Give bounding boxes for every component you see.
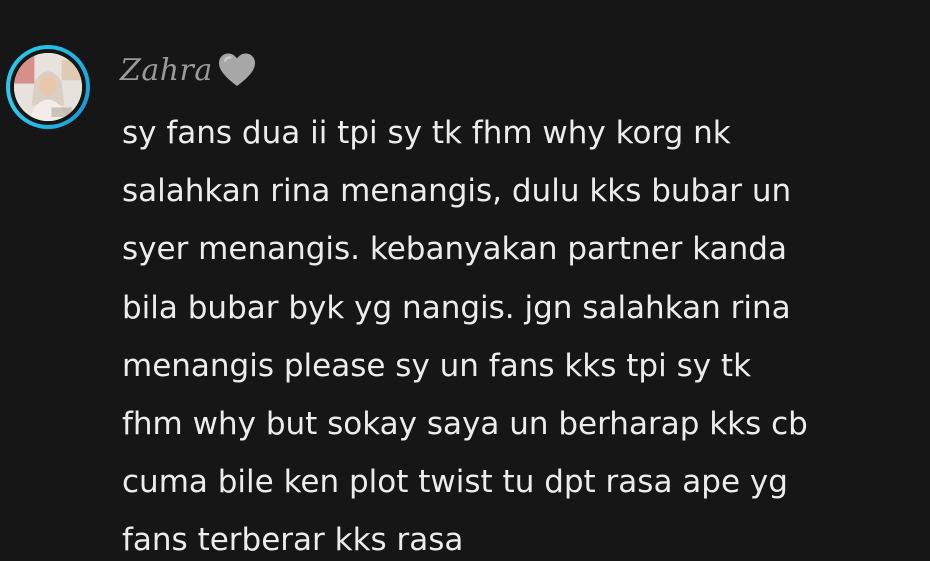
comment-item: Zahra sy fans dua ii tpi sy tk fhm why k… [0, 0, 930, 561]
username[interactable]: Zahra [120, 53, 213, 88]
avatar-image [14, 53, 82, 121]
avatar[interactable] [6, 45, 90, 129]
comment-line: syer menangis. kebanyakan partner kanda [122, 231, 787, 268]
comment-header: Zahra [120, 48, 257, 92]
comment-line: sy fans dua ii tpi sy tk fhm why korg nk [122, 115, 731, 151]
comment-line: bila bubar byk yg nangis. jgn salahkan r… [122, 289, 791, 326]
comment-body: sy fans dua ii tpi sy tk fhm why korg nk… [122, 104, 922, 561]
comment-line: cuma bile ken plot twist tu dpt rasa ape… [122, 464, 788, 501]
comment-line: fhm why but sokay saya un berharap kks c… [122, 406, 808, 443]
comment-line: fans terberar kks rasa [122, 522, 464, 559]
comment-line: menangis please sy un fans kks tpi sy tk [122, 347, 752, 384]
avatar-frame [10, 49, 86, 125]
avatar-picture [14, 53, 82, 121]
comment-line: salahkan rina menangis, dulu kks bubar u… [122, 173, 792, 210]
grey-heart-icon [217, 52, 257, 88]
